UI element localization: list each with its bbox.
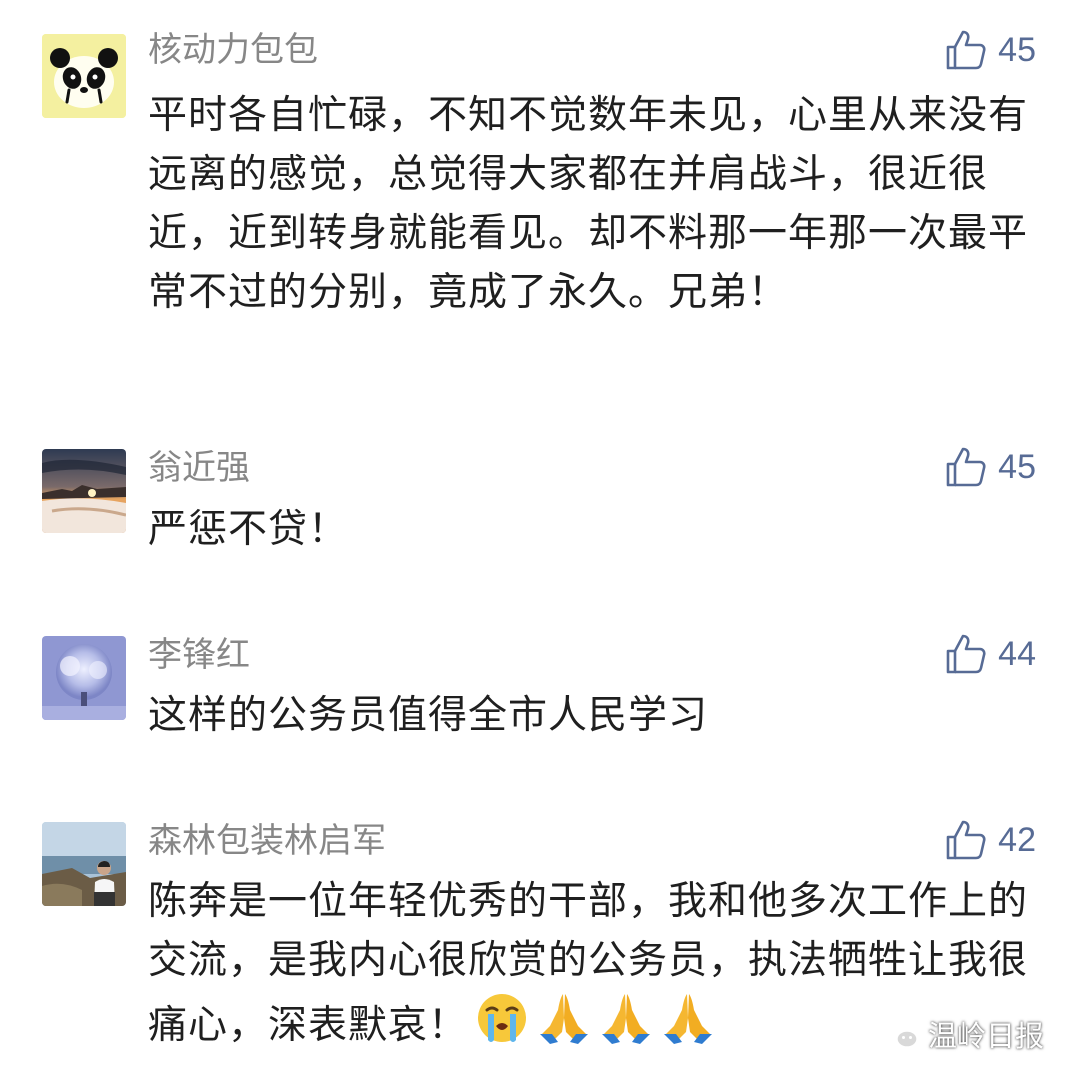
- thumbs-up-icon: [946, 447, 986, 487]
- emoji-row: [474, 990, 716, 1046]
- comment-text: 严惩不贷！: [148, 507, 349, 552]
- comment-text: 这样的公务员值得全市人民学习: [148, 693, 709, 738]
- avatar[interactable]: [42, 34, 126, 118]
- like-count: 45: [998, 31, 1036, 69]
- thumbs-up-icon: [946, 634, 986, 674]
- comment-text: 平时各自忙碌，不知不觉数年未见，心里从来没有远离的感觉，总觉得大家都在并肩战斗，…: [148, 93, 1029, 315]
- crying-face-emoji: [478, 994, 527, 1042]
- avatar[interactable]: [42, 636, 126, 720]
- wechat-logo-icon: [880, 1018, 919, 1051]
- folded-hands-emoji: [664, 994, 713, 1044]
- man-by-sea-avatar-icon: [42, 822, 126, 906]
- like-button[interactable]: 45: [944, 445, 1036, 489]
- comment-feed: 核动力包包 45 平时各自忙碌，不知不觉数年未见，心里从来没有远离的感觉，总觉得…: [0, 0, 1080, 1085]
- like-count: 44: [998, 635, 1036, 673]
- comment-author[interactable]: 核动力包包: [148, 30, 318, 70]
- avatar[interactable]: [42, 822, 126, 906]
- avatar[interactable]: [42, 449, 126, 533]
- like-button[interactable]: 42: [944, 818, 1036, 862]
- sunset-landscape-avatar-icon: [42, 449, 126, 533]
- like-button[interactable]: 45: [944, 28, 1036, 72]
- thumbs-up-icon: [946, 820, 986, 860]
- panda-avatar-icon: [42, 34, 126, 118]
- like-button[interactable]: 44: [944, 632, 1036, 676]
- watermark-text: 温岭日报: [927, 1019, 1044, 1053]
- source-watermark: 温岭日报: [880, 1013, 1044, 1055]
- comment-author[interactable]: 森林包装林启军: [148, 821, 386, 861]
- thumbs-up-icon: [946, 30, 986, 70]
- like-count: 42: [998, 821, 1036, 859]
- like-count: 45: [998, 448, 1036, 486]
- folded-hands-emoji: [540, 994, 589, 1044]
- comment-author[interactable]: 翁近强: [148, 448, 250, 488]
- comment-author[interactable]: 李锋红: [148, 635, 250, 675]
- folded-hands-emoji: [602, 994, 651, 1044]
- blossom-tree-avatar-icon: [42, 636, 126, 720]
